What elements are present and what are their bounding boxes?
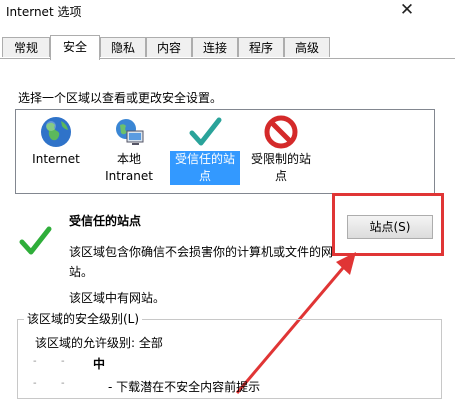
zone-restricted-label: 受限制的站 点 — [250, 152, 311, 183]
tab-advanced[interactable]: 高级 — [284, 37, 330, 57]
allowed-level: 该区域的允许级别: 全部 — [35, 336, 163, 350]
title-bar: Internet 选项 ✕ — [0, 0, 455, 30]
zone-title: 受信任的站点 — [69, 214, 142, 228]
window-title: Internet 选项 — [6, 5, 82, 19]
trusted-check-icon — [189, 117, 222, 146]
restricted-icon — [264, 115, 298, 149]
tab-programs[interactable]: 程序 — [238, 37, 284, 57]
close-button[interactable]: ✕ — [392, 0, 422, 22]
tab-connections[interactable]: 连接 — [192, 37, 238, 57]
zone-internet-label: Internet — [32, 152, 80, 166]
security-slider[interactable]: -- -- — [31, 356, 71, 396]
zone-internet[interactable]: Internet — [21, 115, 91, 168]
security-level-label: 该区域的安全级别(L) — [24, 310, 143, 327]
tab-privacy[interactable]: 隐私 — [100, 37, 146, 57]
zone-trusted[interactable]: 受信任的站 点 — [170, 115, 240, 185]
tab-content[interactable]: 内容 — [146, 37, 192, 57]
zone-trusted-label: 受信任的站 点 — [170, 151, 240, 185]
trusted-zone-icon — [19, 226, 52, 255]
zone-intranet[interactable]: 本地 Intranet — [94, 115, 164, 185]
tab-security[interactable]: 安全 — [50, 35, 100, 60]
intranet-icon — [116, 119, 144, 145]
zone-instruction: 选择一个区域以查看或更改安全设置。 — [18, 91, 223, 105]
zone-restricted[interactable]: 受限制的站 点 — [246, 115, 316, 185]
zone-intranet-label: 本地 Intranet — [105, 152, 153, 183]
zone-site-note: 该区域中有网站。 — [69, 291, 166, 305]
globe-icon — [41, 117, 71, 147]
security-level: 中 — [93, 357, 106, 371]
tab-general[interactable]: 常规 — [2, 37, 50, 57]
tab-strip: 常规 安全 隐私 内容 连接 程序 高级 — [0, 35, 455, 60]
zone-description: 该区域包含你确信不会损害你的计算机或文件的网站。 — [69, 245, 334, 279]
security-level-detail: - 下载潜在不安全内容前提示 — [108, 380, 261, 394]
annotation-highlight-box — [332, 193, 444, 256]
